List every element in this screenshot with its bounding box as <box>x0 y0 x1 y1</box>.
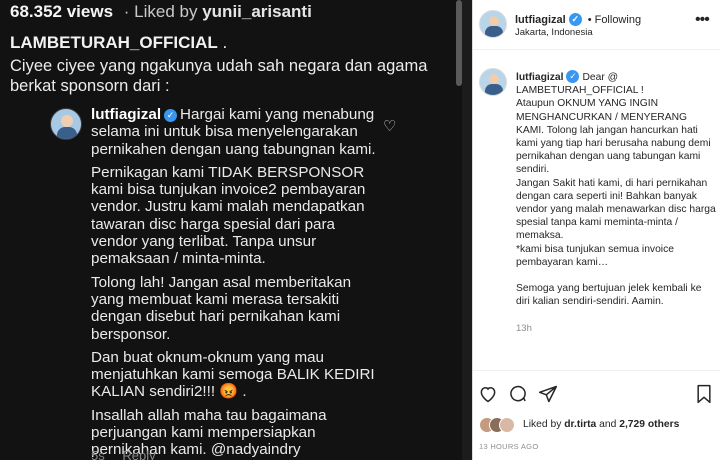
header-dot: • <box>587 14 592 26</box>
likes-user[interactable]: dr.tirta <box>564 419 596 430</box>
share-icon[interactable] <box>537 383 559 405</box>
post-header: lutfiagizal ✓ • Following Jakarta, Indonesi… <box>473 0 720 50</box>
verified-icon: ✓ <box>566 70 580 83</box>
caption-line: lutfiagizal ✓ Dear @ LAMBETURAH_OFFICIAL ! <box>516 70 716 97</box>
owner-caption: Ciyee ciyee yang ngakunya udah sah negar… <box>10 57 428 95</box>
caption-line-1: Ataupun OKNUM YANG INGIN MENGHANCURKAN /… <box>516 98 711 176</box>
comment-heart-icon[interactable]: ♡ <box>383 117 396 135</box>
owner-name[interactable]: LAMBETURAH_OFFICIAL <box>10 33 218 52</box>
likes-conj: and <box>599 419 617 430</box>
comment-username[interactable]: lutfiagizal <box>91 106 161 123</box>
header-avatar[interactable] <box>479 10 507 38</box>
caption-time: 13h <box>516 323 532 334</box>
caption-username[interactable]: lutfiagizal <box>516 72 563 83</box>
comment-text-3: Dan buat oknum-oknum yang mau menjatuhka… <box>91 348 375 401</box>
comment-avatar[interactable] <box>50 108 82 140</box>
header-username-row: lutfiagizal ✓ • Following <box>515 13 641 26</box>
liked-prefix: Liked by <box>134 2 198 21</box>
header-location[interactable]: Jakarta, Indonesia <box>515 27 593 38</box>
owner-suffix: . <box>217 33 228 52</box>
comment-icon[interactable] <box>507 383 529 405</box>
liked-by: · Liked by yunii_arisanti <box>123 2 312 21</box>
comment-body: lutfiagizal ✓ Hargai kami yang menabung se… <box>91 106 381 460</box>
likes-text: Liked by dr.tirta and 2,729 others <box>523 419 679 430</box>
comment-meta: 5s Reply <box>91 448 170 460</box>
comment-text-1: Pernikagan kami TIDAK BERSPONSOR kami bi… <box>91 163 366 268</box>
likes-prefix: Liked by <box>523 419 562 430</box>
caption-gap <box>516 269 716 282</box>
comment-text-2: Tolong lah! Jangan asal memberitakan yan… <box>91 273 352 343</box>
caption-line-2: Jangan Sakit hati kami, di hari pernikah… <box>516 177 716 242</box>
screenshot-panel: 68.352 views · Liked by yunii_arisanti L… <box>0 0 472 460</box>
more-icon[interactable]: ••• <box>695 11 710 29</box>
bookmark-icon[interactable] <box>693 383 715 405</box>
following-button[interactable]: Following <box>595 14 641 26</box>
post-caption: lutfiagizal ✓ Dear @ LAMBETURAH_OFFICIAL !… <box>516 70 716 308</box>
liker-avatar[interactable] <box>499 417 515 433</box>
comment-paragraph: lutfiagizal ✓ Hargai kami yang menabung se… <box>91 106 381 158</box>
views-count: 68.352 views <box>10 2 114 21</box>
scroll-track[interactable] <box>462 0 472 460</box>
liked-user[interactable]: yunii_arisanti <box>202 2 312 21</box>
post-sidebar: lutfiagizal ✓ • Following Jakarta, Indonesi… <box>472 0 720 460</box>
comment-reply-button[interactable]: Reply <box>122 448 155 460</box>
comment-time: 5s <box>91 448 105 460</box>
views-bar: 68.352 views · Liked by yunii_arisanti <box>10 2 312 22</box>
likes-row: Liked by dr.tirta and 2,729 others <box>479 417 719 435</box>
post-time[interactable]: 13 HOURS AGO <box>479 442 538 451</box>
likes-others[interactable]: 2,729 others <box>619 419 679 430</box>
header-username[interactable]: lutfiagizal <box>515 14 566 26</box>
post-owner: LAMBETURAH_OFFICIAL . <box>10 33 227 53</box>
caption-line-5: Semoga yang bertujuan jelek kembali ke d… <box>516 283 702 308</box>
verified-icon: ✓ <box>568 13 582 26</box>
scrollbar-thumb[interactable] <box>456 0 462 86</box>
caption-avatar[interactable] <box>479 68 507 96</box>
caption-line-3: *kami bisa tunjukan semua invoice pembay… <box>516 243 674 268</box>
action-bar: Liked by dr.tirta and 2,729 others 13 HO… <box>473 370 720 460</box>
heart-icon[interactable] <box>477 383 499 405</box>
verified-icon: ✓ <box>164 109 178 122</box>
